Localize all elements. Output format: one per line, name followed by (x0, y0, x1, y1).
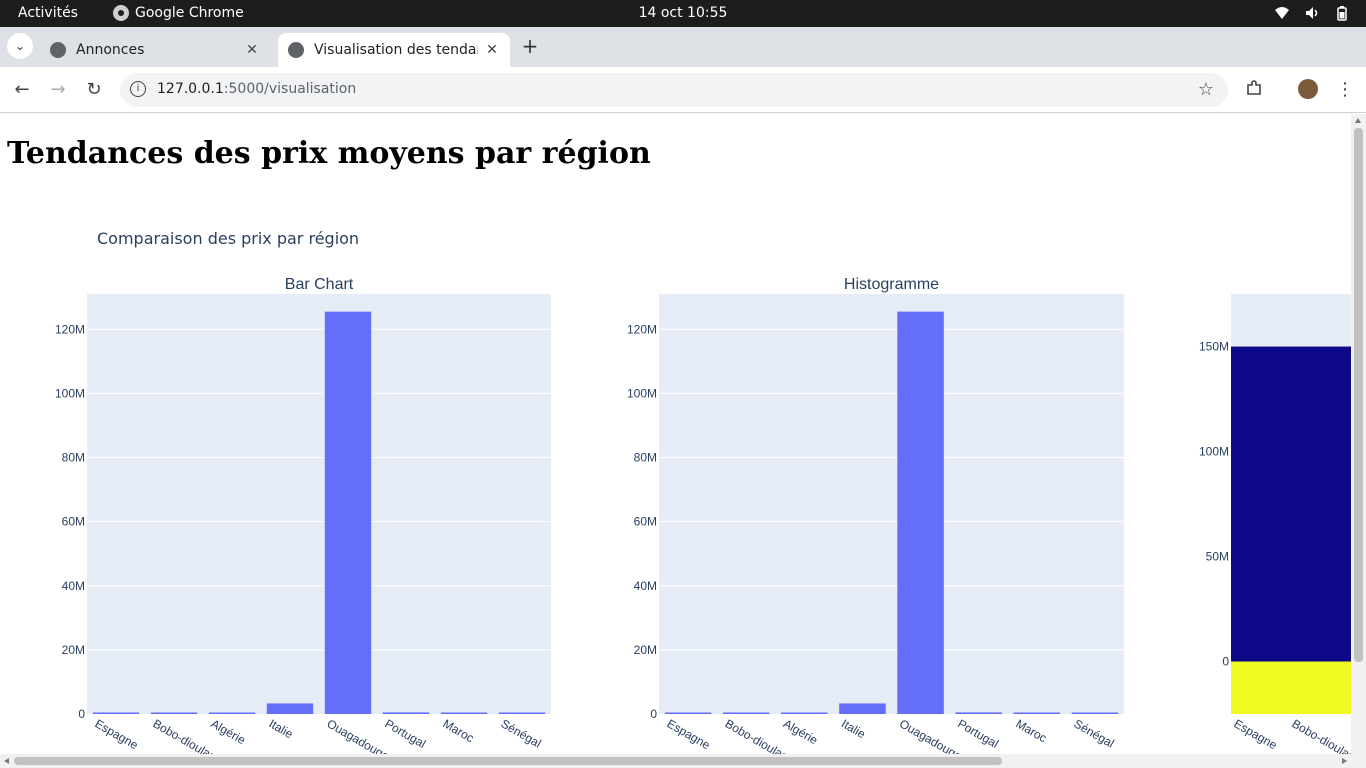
y-tick-label: 40M (62, 579, 85, 593)
y-tick-label: 120M (627, 322, 657, 336)
y-tick-label: 150M (1199, 340, 1229, 354)
bar (382, 712, 430, 714)
x-tick-label: Maroc (441, 716, 477, 745)
scroll-up-arrow-icon[interactable] (1355, 118, 1361, 123)
x-tick-label: Italie (267, 716, 296, 741)
horizontal-scrollbar[interactable] (0, 754, 1366, 768)
bar (1071, 712, 1119, 714)
tab-annonces[interactable]: Annonces ✕ (40, 33, 270, 67)
horizontal-scroll-thumb[interactable] (14, 757, 1002, 765)
vertical-scroll-thumb[interactable] (1354, 128, 1363, 662)
x-tick-label: Bobo-dioulasso (1290, 716, 1352, 754)
y-tick-label: 100M (55, 386, 85, 400)
bar (781, 712, 828, 714)
bar (1013, 712, 1061, 714)
close-icon[interactable]: ✕ (484, 42, 500, 58)
x-tick-label: Algérie (781, 716, 821, 747)
charts-svg: 0 20M 40M 60M 80M 100M 120M Bar Chart Espagne Bob… (55, 276, 1352, 754)
y-tick-label: 0 (1222, 655, 1229, 669)
y-tick-label: 50M (1206, 550, 1229, 564)
battery-icon (1334, 5, 1350, 21)
site-info-icon[interactable]: i (130, 81, 146, 97)
menu-dots-icon[interactable]: ⋮ (1336, 79, 1354, 100)
y-tick-label: 120M (55, 322, 85, 336)
vertical-scrollbar[interactable] (1351, 114, 1366, 754)
x-tick-label: Portugal (383, 716, 429, 750)
profile-avatar[interactable] (1298, 79, 1318, 99)
bar (498, 712, 546, 714)
y-tick-label: 80M (634, 451, 657, 465)
bar (266, 703, 314, 714)
scroll-right-arrow-icon[interactable] (1342, 758, 1347, 764)
tab-strip: ⌄ Annonces ✕ Visualisation des tendances… (0, 27, 1366, 67)
plot-background (659, 294, 1124, 714)
x-tick-label: Maroc (1013, 716, 1049, 745)
tab-search-button[interactable]: ⌄ (7, 33, 33, 59)
tab-title: Annonces (76, 42, 145, 58)
x-tick-label: Espagne (1232, 716, 1280, 752)
clock[interactable]: 14 oct 10:55 (0, 5, 1366, 21)
reload-button[interactable]: ↻ (82, 78, 106, 102)
globe-icon (50, 42, 66, 58)
system-tray[interactable] (1274, 5, 1350, 21)
subplot-title: Histogramme (844, 276, 939, 293)
bar (839, 703, 886, 714)
bar (897, 311, 944, 714)
bar (955, 712, 1002, 714)
x-tick-label: Sénégal (499, 716, 544, 750)
bar (150, 712, 198, 714)
plus-icon: + (521, 34, 539, 58)
url-text[interactable]: 127.0.0.1:5000/visualisation (157, 81, 356, 97)
y-tick-label: 100M (1199, 445, 1229, 459)
bar (208, 712, 256, 714)
globe-icon (288, 42, 304, 58)
bookmark-star-icon[interactable]: ☆ (1198, 79, 1214, 100)
arrow-left-icon: ← (14, 79, 30, 100)
browser-toolbar: ← → ↻ i 127.0.0.1:5000/visualisation ☆ ⋮ (0, 67, 1366, 113)
y-tick-label: 60M (634, 515, 657, 529)
x-tick-label: Portugal (955, 716, 1001, 750)
volume-icon (1304, 5, 1320, 21)
address-bar[interactable]: i 127.0.0.1:5000/visualisation ☆ (120, 73, 1228, 107)
bar (664, 712, 712, 714)
y-tick-label: 20M (634, 643, 657, 657)
tab-title: Visualisation des tendances (314, 42, 478, 58)
x-tick-label: Sénégal (1071, 716, 1116, 750)
reload-icon: ↻ (86, 79, 102, 100)
tab-visualisation[interactable]: Visualisation des tendances ✕ (278, 33, 510, 67)
bar (324, 311, 372, 714)
plot-background (87, 294, 551, 714)
scroll-left-arrow-icon[interactable] (4, 758, 9, 764)
page-content: Tendances des prix moyens par région Com… (0, 114, 1351, 754)
chevron-down-icon: ⌄ (14, 39, 26, 53)
y-tick-label: 0 (78, 707, 85, 721)
x-tick-label: Algérie (209, 716, 249, 747)
url-host: 127.0.0.1 (157, 81, 224, 97)
y-tick-label: 80M (62, 451, 85, 465)
bar (722, 712, 770, 714)
close-icon[interactable]: ✕ (244, 42, 260, 58)
y-tick-label: 0 (650, 707, 657, 721)
x-tick-label: Espagne (665, 716, 713, 752)
bar (92, 712, 140, 714)
new-tab-button[interactable]: + (520, 36, 540, 56)
system-top-bar: Activités Google Chrome 14 oct 10:55 (0, 0, 1366, 27)
subplot-title: Bar Chart (285, 276, 354, 293)
back-button[interactable]: ← (10, 78, 34, 102)
y-tick-label: 60M (62, 515, 85, 529)
y-tick-label: 20M (62, 643, 85, 657)
url-path: :5000/visualisation (223, 81, 357, 97)
stacked-segment (1231, 346, 1351, 662)
forward-button[interactable]: → (46, 78, 70, 102)
wifi-icon (1274, 5, 1290, 21)
y-tick-label: 100M (627, 386, 657, 400)
bar (440, 712, 488, 714)
extensions-puzzle-icon[interactable] (1244, 79, 1264, 99)
x-tick-label: Italie (839, 716, 868, 741)
arrow-right-icon: → (50, 79, 66, 100)
stacked-segment (1231, 661, 1351, 714)
x-tick-label: Espagne (93, 716, 141, 752)
y-tick-label: 40M (634, 579, 657, 593)
